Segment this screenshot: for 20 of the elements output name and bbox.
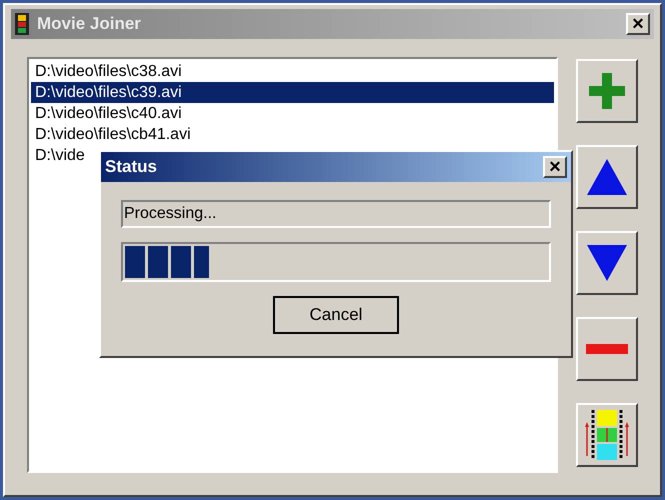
- add-button[interactable]: [576, 59, 638, 123]
- file-list-item[interactable]: D:\video\files\c40.avi: [31, 103, 554, 124]
- window-title: Movie Joiner: [37, 13, 142, 36]
- join-button[interactable]: [576, 403, 638, 467]
- minus-icon: [586, 344, 628, 354]
- down-button[interactable]: [576, 231, 638, 295]
- message-field: Processing...: [121, 200, 551, 228]
- up-button[interactable]: [576, 145, 638, 209]
- down-triangle-icon: [585, 243, 629, 283]
- file-list-item[interactable]: D:\video\files\c38.avi: [31, 61, 554, 82]
- up-triangle-icon: [585, 157, 629, 197]
- remove-button[interactable]: [576, 317, 638, 381]
- close-button[interactable]: ×: [626, 13, 650, 35]
- dialog-title: Status: [105, 156, 158, 178]
- file-list-item[interactable]: D:\video\files\c39.avi: [31, 82, 554, 103]
- file-list-item[interactable]: D:\video\files\cb41.avi: [31, 124, 554, 145]
- dialog-close-button[interactable]: ×: [543, 156, 567, 178]
- plus-icon: [587, 71, 627, 111]
- film-join-icon: [584, 408, 630, 462]
- cancel-button[interactable]: Cancel: [273, 296, 399, 334]
